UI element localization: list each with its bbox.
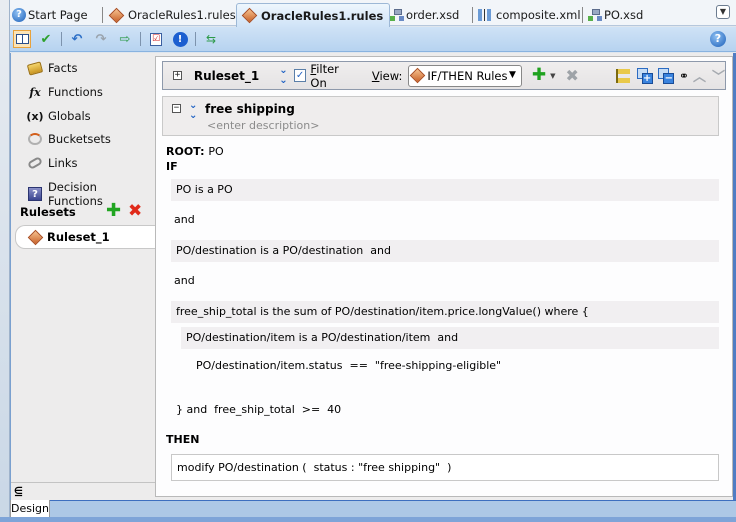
filter-on-checkbox[interactable]: ✓ [293,69,307,82]
toolbar-separator [195,32,196,46]
bucketsets-icon [27,132,43,146]
tab-separator [472,7,473,23]
toolbar-separator [61,32,62,46]
facts-icon [26,60,44,76]
dictionary-book-icon[interactable] [13,30,31,48]
rulesets-heading: Rulesets [20,205,76,219]
and-operator[interactable]: and [174,274,195,287]
tab-list-dropdown-button[interactable]: ▼ [716,5,730,19]
nested-condition-row[interactable]: PO/destination/item is a PO/destination/… [181,327,719,349]
ruleset-icon [27,229,44,245]
tab-oraclerules1-rules[interactable]: OracleRules1.rules [102,4,236,26]
move-up-icon[interactable]: ︿ [693,66,706,85]
condition-row[interactable]: PO/destination is a PO/destination and [171,240,719,262]
editor-tab-bar: ? Start Page OracleRules1.rules OracleRu… [10,0,736,27]
collapse-panel-icon[interactable]: ⋸ [14,486,23,497]
action-row[interactable]: modify PO/destination ( status : "free s… [171,454,719,481]
rulesets-section: Rulesets ✚ ✖ [20,202,150,221]
undo-icon[interactable]: ↶ [68,30,86,48]
delete-ruleset-button[interactable]: ✖ [128,202,142,220]
rule-name[interactable]: free shipping [205,102,295,116]
fx-icon: fx [29,85,41,99]
if-label: IF [166,160,178,173]
editor-toolbar: ✔ ↶ ↷ ⇨ ☑ ! ⇆ ? [10,27,736,52]
delete-rule-button[interactable]: ✖ [566,67,579,84]
tab-separator [102,7,103,23]
nested-condition-test[interactable]: PO/destination/item.status == "free-ship… [196,359,501,372]
show-advanced-icon[interactable]: ⌄ ⌄ [189,101,197,121]
then-label: THEN [166,433,200,446]
tab-start-page[interactable]: ? Start Page [12,4,88,26]
find-glasses-icon[interactable]: ⚭ [679,69,689,83]
info-icon[interactable]: ! [171,30,189,48]
sidebar-item-facts[interactable]: Facts [26,60,77,76]
ruleset-header: + Ruleset_1 ⌄ ⌄ ✓ Filter On View: IF/THEN… [162,61,726,90]
rules-diamond-icon [241,7,258,24]
globals-icon: (x) [26,109,44,123]
expand-ruleset-icon[interactable]: + [173,71,182,80]
root-line: ROOT: PO [166,145,224,158]
expand-all-icon[interactable]: + [636,67,653,84]
collapse-rule-icon[interactable]: − [172,104,181,113]
tab-oraclerules1-rules-active[interactable]: OracleRules1.rules [236,3,391,27]
move-down-icon[interactable]: ﹀ [712,66,725,85]
xsd-schema-icon [588,9,602,21]
chevron-down-icon: ▼ [508,69,516,80]
checklist-icon[interactable]: ☑ [147,30,165,48]
decision-functions-icon: ? [27,187,43,201]
sidebar-item-globals[interactable]: (x) Globals [26,109,90,123]
rules-diamond-icon [410,67,426,84]
ruleset-editor: + Ruleset_1 ⌄ ⌄ ✓ Filter On View: IF/THEN… [155,56,733,497]
sidebar-item-functions[interactable]: fx Functions [27,85,103,99]
background-window-edge [0,0,10,522]
divider [11,482,155,483]
redo-icon[interactable]: ↷ [92,30,110,48]
filter-on-label: Filter On [310,61,339,90]
aggregate-condition-row[interactable]: free_ship_total is the sum of PO/destina… [171,301,719,323]
tab-separator [582,7,583,23]
help-button[interactable]: ? [710,31,726,47]
validate-check-icon[interactable]: ✔ [37,30,55,48]
tab-composite-xml[interactable]: composite.xml [472,4,581,26]
help-icon: ? [12,8,26,22]
composite-icon [478,9,494,21]
add-rule-button[interactable]: ✚ [532,67,546,84]
tab-order-xsd[interactable]: order.xsd [390,4,459,26]
sidebar-navigation: Facts fx Functions (x) Globals Bucketset… [11,53,159,497]
add-rule-dropdown-icon[interactable]: ▼ [550,72,555,80]
add-ruleset-button[interactable]: ✚ [106,202,121,220]
link-dictionary-icon[interactable]: ⇆ [202,30,220,48]
toolbar-separator [140,32,141,46]
show-advanced-icon[interactable]: ⌄ ⌄ [279,65,287,86]
condition-row[interactable]: PO is a PO [171,179,719,201]
rule-header: − ⌄ ⌄ free shipping <enter description> [162,96,719,136]
rule-description-field[interactable]: <enter description> [207,119,319,132]
collapse-all-icon[interactable]: − [658,67,675,84]
and-operator[interactable]: and [174,213,195,226]
rules-designer: Facts fx Functions (x) Globals Bucketset… [10,53,736,500]
aggregate-close-condition[interactable]: } and free_ship_total >= 40 [176,403,341,416]
sidebar-item-bucketsets[interactable]: Bucketsets [27,132,111,146]
import-icon[interactable]: ⇨ [116,30,134,48]
tab-po-xsd[interactable]: PO.xsd [582,4,643,26]
root-value[interactable]: PO [208,145,223,158]
ruleset-title: Ruleset_1 [193,68,260,83]
links-icon [26,156,44,170]
rules-diamond-icon [108,7,125,23]
ruleset-item[interactable]: Ruleset_1 [15,225,159,249]
tree-view-icon[interactable] [615,68,631,84]
xsd-schema-icon [390,9,404,21]
sidebar-item-links[interactable]: Links [26,156,78,170]
view-select[interactable]: IF/THEN Rules ▼ [408,64,522,87]
view-label: View: [371,68,403,83]
window-border [0,517,736,522]
